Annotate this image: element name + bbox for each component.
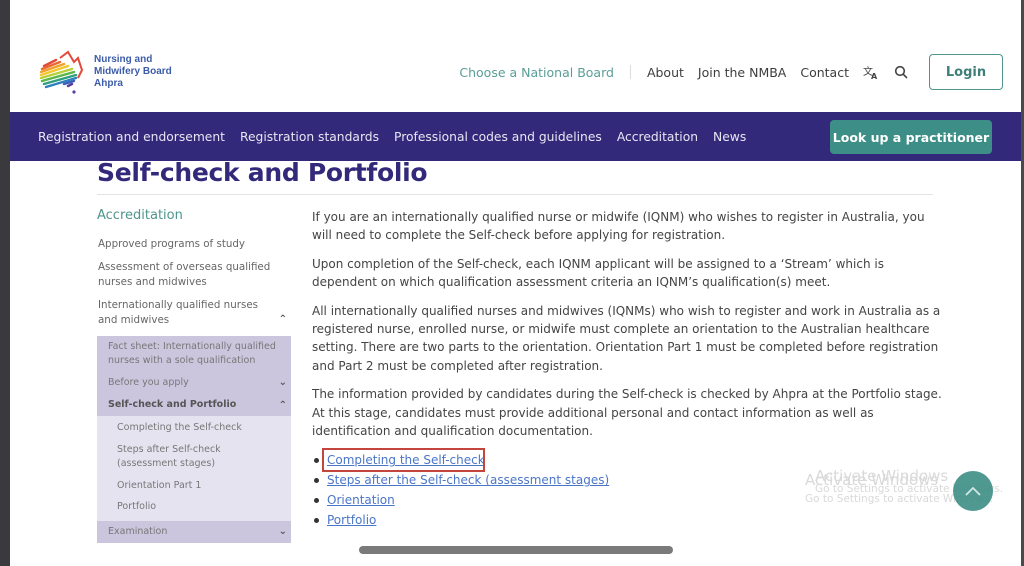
home-indicator-bar[interactable] [359,546,673,554]
australia-rainbow-logo-icon [39,50,84,94]
stream-paragraph: Upon completion of the Self-check, each … [312,256,884,290]
sidebar-item-before-you-apply[interactable]: Before you apply ⌄ [97,372,291,394]
nav-news[interactable]: News [713,130,746,144]
sidebar-item-fact-sheet[interactable]: Fact sheet: Internationally qualified nu… [97,336,291,372]
intro-paragraph: If you are an internationally qualified … [312,210,925,243]
sidebar-subgroup: Fact sheet: Internationally qualified nu… [97,336,291,543]
steps-after-self-check-link[interactable]: Steps after the Self-check (assessment s… [327,473,609,487]
sidebar-subsubgroup: Completing the Self-check Steps after Se… [97,416,291,521]
top-nav: Choose a National Board About Join the N… [459,54,1003,90]
chevron-up-icon [965,486,981,496]
nav-professional-codes[interactable]: Professional codes and guidelines [394,130,602,144]
sidebar-heading[interactable]: Accreditation [97,208,291,223]
completing-self-check-link[interactable]: Completing the Self-check [327,453,485,467]
screen-edge-left [0,0,10,566]
login-button[interactable]: Login [929,54,1003,90]
sidebar-nav: Accreditation Approved programs of study… [97,205,291,543]
nav-registration-endorsement[interactable]: Registration and endorsement [38,130,225,144]
sidebar-item-orientation-part-1[interactable]: Orientation Part 1 [97,476,291,498]
chevron-up-icon[interactable]: ⌃ [279,399,287,413]
logo-line-2: Midwifery Board [94,66,172,77]
translate-icon[interactable]: 文A [863,64,879,80]
chevron-up-icon[interactable]: ⌃ [279,312,287,327]
sidebar-item-approved-programs[interactable]: Approved programs of study [97,237,291,260]
logo-line-3: Ahpra [94,78,123,89]
chevron-down-icon[interactable]: ⌄ [279,525,287,539]
chevron-down-icon[interactable]: ⌄ [279,376,287,390]
sidebar-item-portfolio[interactable]: Portfolio [97,497,291,519]
nav-accreditation[interactable]: Accreditation [617,130,698,144]
sidebar-item-examination[interactable]: Examination ⌄ [97,521,291,543]
browser-page: Nursing and Midwifery Board Ahpra Choose… [10,0,1021,566]
contact-link[interactable]: Contact [800,65,849,80]
nav-divider [629,65,631,79]
nav-registration-standards[interactable]: Registration standards [240,130,379,144]
join-nmba-link[interactable]: Join the NMBA [698,65,786,80]
list-item: Portfolio [312,510,942,530]
sidebar-item-label: Examination [108,525,168,537]
search-icon[interactable] [893,64,909,80]
portfolio-link[interactable]: Portfolio [327,513,376,527]
title-divider [97,194,933,195]
look-up-practitioner-button[interactable]: Look up a practitioner [830,120,992,154]
choose-national-board-link[interactable]: Choose a National Board [459,65,614,80]
main-nav: Registration and endorsement Registratio… [10,112,1021,161]
site-logo[interactable]: Nursing and Midwifery Board Ahpra [38,48,172,96]
orientation-paragraph: All internationally qualified nurses and… [312,303,941,373]
sidebar-item-self-check-portfolio[interactable]: Self-check and Portfolio ⌃ [97,394,291,416]
portfolio-paragraph: The information provided by candidates d… [312,387,942,439]
back-to-top-button[interactable] [953,471,993,511]
sidebar-item-label: Internationally qualified nurses and mid… [98,299,259,326]
orientation-link[interactable]: Orientation [327,493,395,507]
svg-text:A: A [871,72,878,80]
sidebar-item-assessment-overseas[interactable]: Assessment of overseas qualified nurses … [97,260,291,298]
site-header: Nursing and Midwifery Board Ahpra Choose… [10,40,1021,112]
sidebar-item-label: Self-check and Portfolio [108,399,237,410]
about-link[interactable]: About [647,65,684,80]
sidebar-item-steps-after-self-check[interactable]: Steps after Self-check (assessment stage… [97,440,291,476]
logo-line-1: Nursing and [94,54,153,65]
sidebar-item-iqnm[interactable]: Internationally qualified nurses and mid… [97,298,291,336]
logo-text: Nursing and Midwifery Board Ahpra [94,54,172,90]
sidebar-item-label: Before you apply [108,377,189,388]
page-title: Self-check and Portfolio [97,158,428,187]
sidebar-item-completing-self-check[interactable]: Completing the Self-check [97,418,291,440]
